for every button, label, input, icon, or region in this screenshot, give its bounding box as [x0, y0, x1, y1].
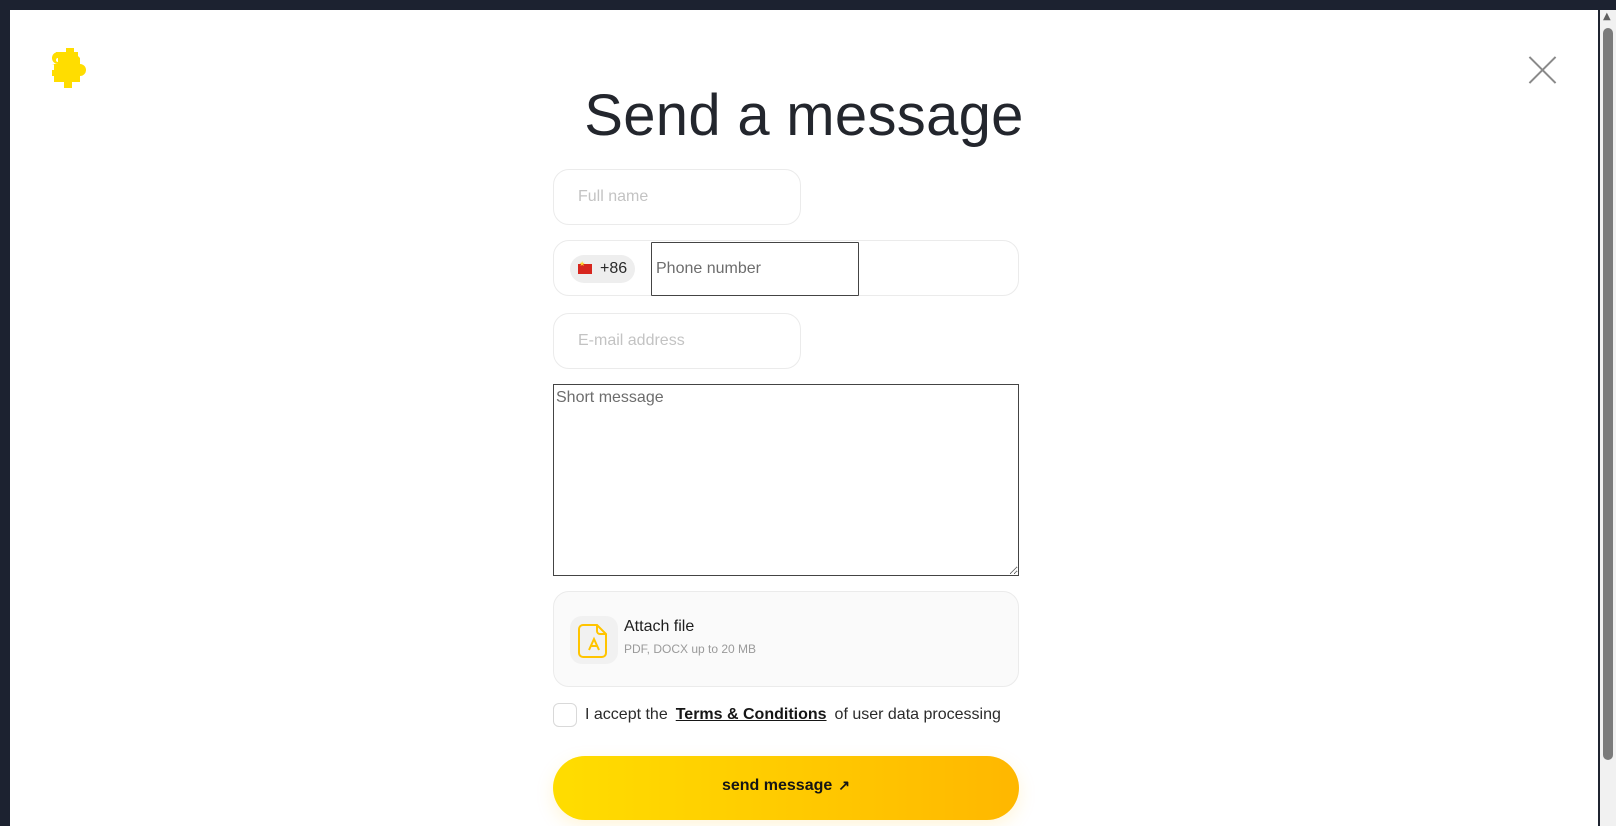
attach-icon-container	[570, 616, 618, 664]
email-field[interactable]	[553, 313, 801, 369]
scroll-up-icon[interactable]: ▲	[1603, 12, 1613, 22]
arrow-up-right-icon: ↗	[838, 777, 850, 793]
window-top-border	[0, 0, 1616, 10]
scrollbar-thumb[interactable]	[1603, 28, 1613, 760]
attach-file-button[interactable]: Attach file PDF, DOCX up to 20 MB	[553, 591, 1019, 687]
attach-file-title: Attach file	[624, 618, 695, 635]
send-message-label: send message	[721, 777, 833, 794]
full-name-field[interactable]	[553, 169, 801, 225]
terms-link[interactable]: Terms & Conditions	[676, 706, 827, 724]
country-code-select[interactable]: +86	[570, 255, 636, 283]
consent-prefix: I accept the	[585, 706, 668, 723]
phone-field: +86	[553, 240, 1019, 296]
phone-number-input[interactable]	[651, 242, 859, 296]
send-message-button[interactable]: send message ↗	[553, 756, 1019, 820]
short-message-textarea[interactable]	[553, 384, 1019, 576]
document-icon	[578, 624, 607, 658]
china-flag-icon	[578, 260, 592, 274]
attach-file-hint: PDF, DOCX up to 20 MB	[624, 642, 757, 656]
dial-code-label: +86	[600, 260, 628, 277]
window-left-border	[0, 0, 10, 826]
page-title: Send a message	[584, 83, 1024, 148]
consent-suffix: of user data processing	[834, 706, 1001, 723]
terms-checkbox[interactable]	[553, 703, 577, 727]
terms-consent: I accept the Terms & Conditions of user …	[553, 702, 1001, 728]
